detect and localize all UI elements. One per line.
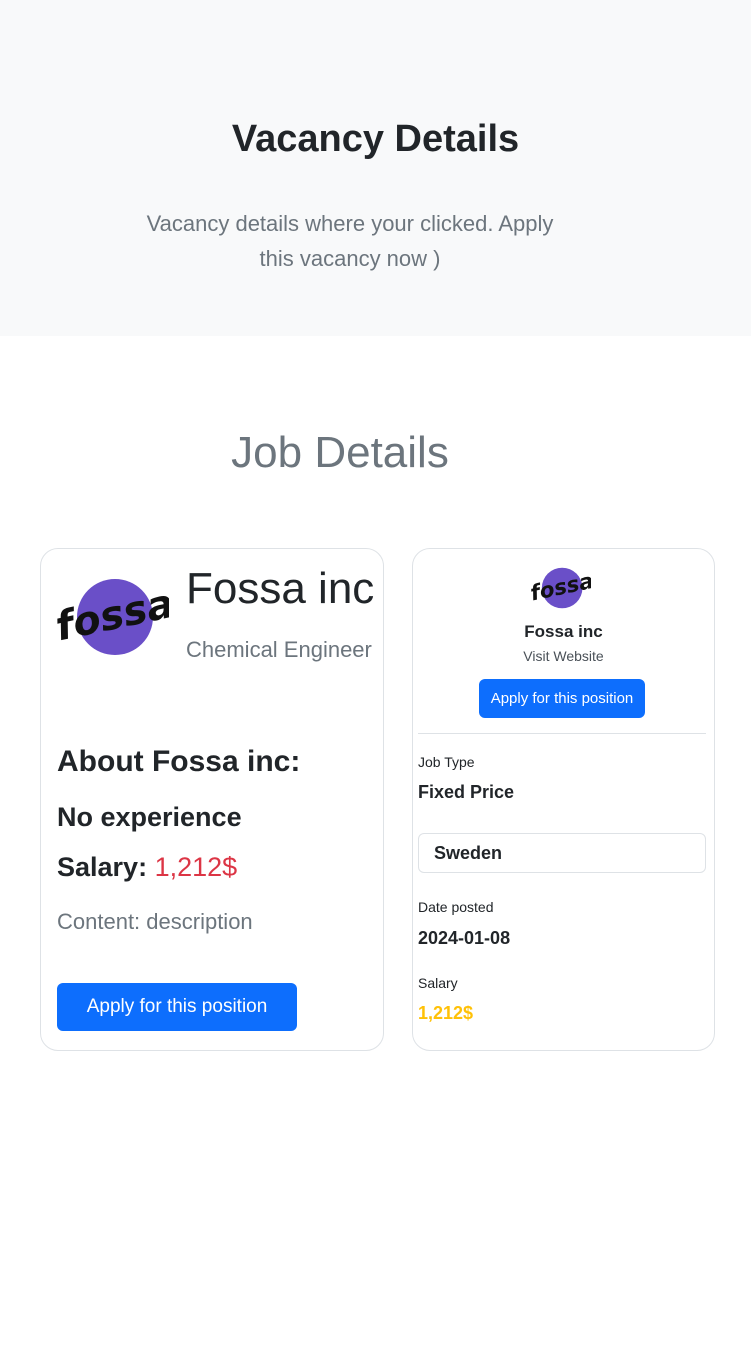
page-title: Vacancy Details bbox=[231, 118, 520, 160]
job-type-label: Job Type bbox=[418, 754, 475, 770]
sidebar-salary-value: 1,212$ bbox=[418, 1003, 474, 1023]
about-heading: About Fossa inc: bbox=[57, 745, 301, 778]
visit-website-link[interactable]: Visit Website bbox=[413, 648, 714, 664]
apply-button[interactable]: Apply for this position bbox=[57, 983, 297, 1031]
job-card: fossa Fossa inc Chemical Engineer About … bbox=[40, 548, 384, 1051]
date-posted-value: 2024-01-08 bbox=[418, 928, 511, 948]
country-field: Sweden bbox=[418, 833, 706, 873]
salary-label: Salary: bbox=[57, 852, 148, 882]
fossa-logo-icon: fossa bbox=[529, 567, 591, 609]
divider bbox=[418, 733, 706, 734]
sidebar-company-name: Fossa inc bbox=[524, 622, 603, 641]
job-details-heading: Job Details bbox=[231, 428, 449, 477]
date-posted-label: Date posted bbox=[418, 899, 494, 915]
job-type-value: Fixed Price bbox=[418, 782, 515, 802]
company-sidebar-card: fossa Fossa inc Visit Website Apply for … bbox=[412, 548, 715, 1051]
salary-value: 1,212$ bbox=[154, 852, 238, 882]
sidebar-apply-button[interactable]: Apply for this position bbox=[479, 679, 645, 718]
job-position: Chemical Engineer bbox=[186, 637, 372, 662]
content-text: Content: description bbox=[57, 909, 253, 934]
sidebar-salary-label: Salary bbox=[418, 975, 458, 991]
fossa-logo-icon: fossa bbox=[53, 579, 169, 655]
page-subtitle: Vacancy details where your clicked. Appl… bbox=[146, 211, 554, 271]
company-name: Fossa inc bbox=[186, 564, 375, 613]
hero-section: Vacancy Details Vacancy details where yo… bbox=[0, 0, 751, 336]
salary-row: Salary: 1,212$ bbox=[57, 852, 237, 883]
experience-text: No experience bbox=[57, 802, 242, 832]
